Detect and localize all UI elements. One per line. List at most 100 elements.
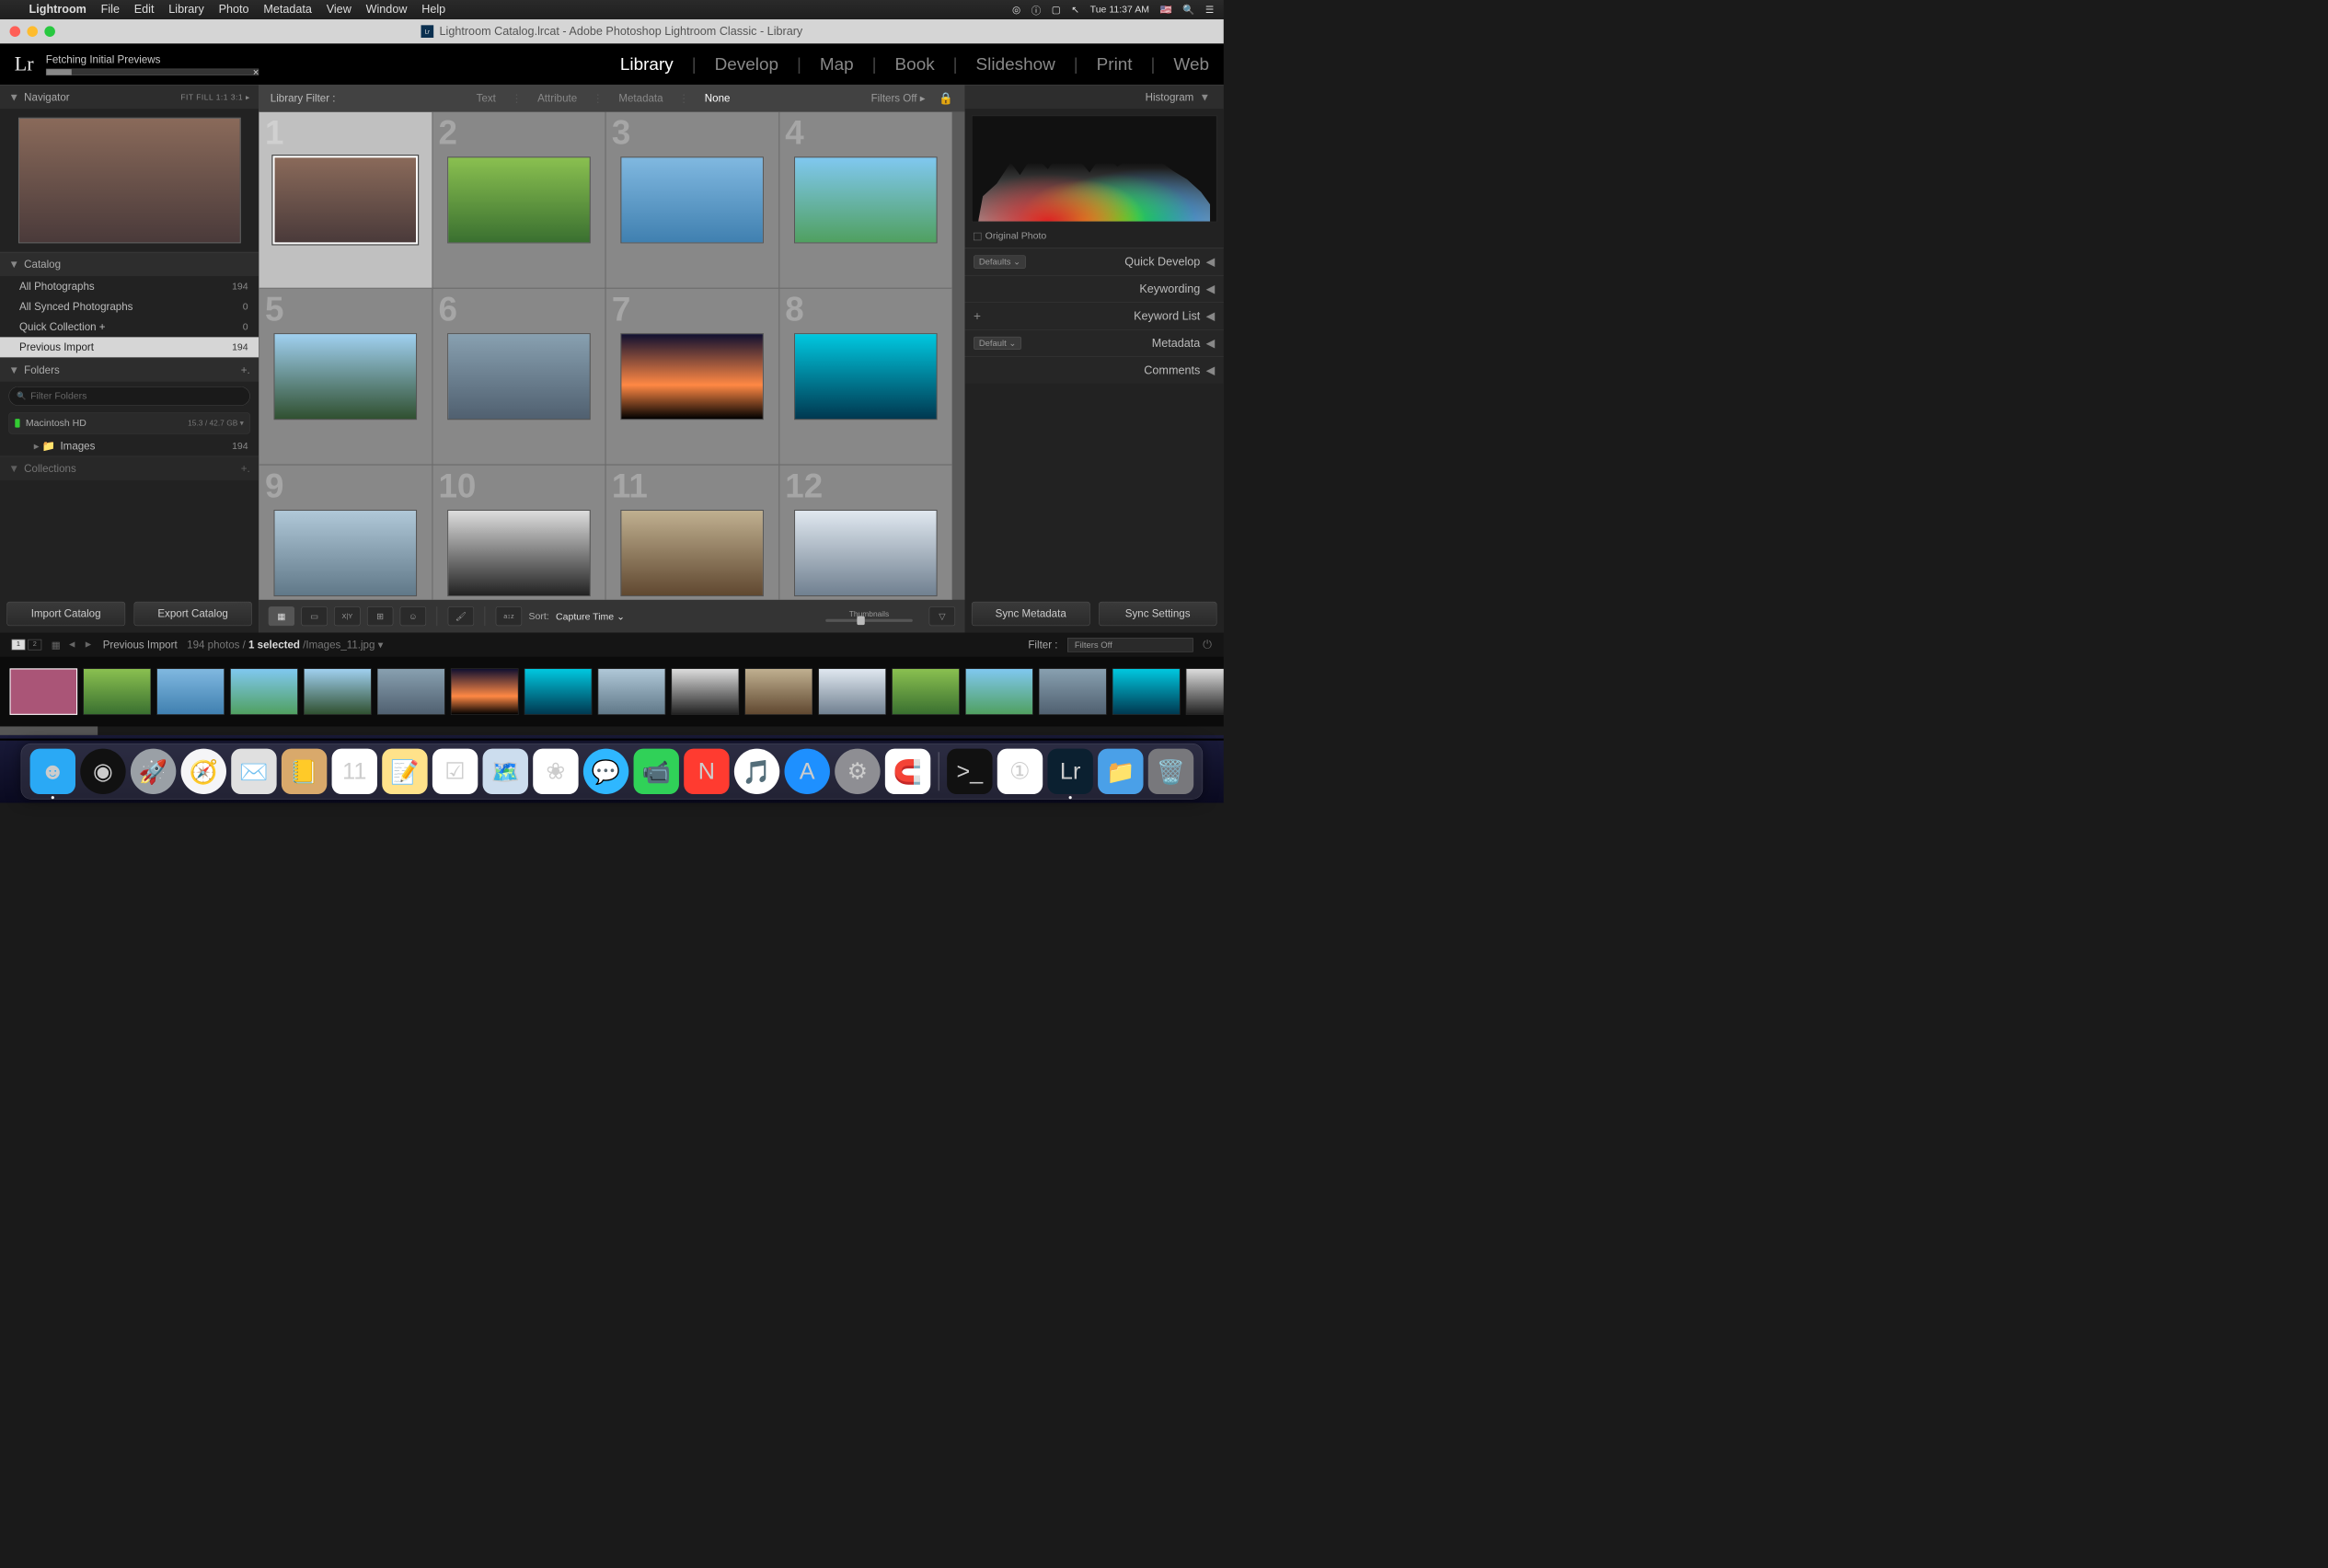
nav-forward-icon[interactable]: ► [84,639,93,651]
catalog-row[interactable]: All Photographs194 [0,276,259,296]
dock-messages-icon[interactable]: 💬 [583,749,628,794]
grid-cell[interactable]: 3 [605,111,778,288]
filter-lock-icon[interactable]: 🔒 [939,91,953,105]
filmstrip-thumb[interactable] [377,668,445,714]
cursor-icon[interactable]: ↖ [1071,4,1079,16]
filmstrip-thumb[interactable] [524,668,593,714]
status-icon[interactable]: ⓘ [1031,3,1042,17]
window-zoom-button[interactable] [44,26,55,37]
filmstrip-thumb[interactable] [304,668,372,714]
dock-music-icon[interactable]: 🎵 [734,749,779,794]
app-menu[interactable]: Lightroom [29,3,86,17]
module-web[interactable]: Web [1173,54,1209,75]
grid-cell[interactable]: 11 [605,465,778,600]
grid-view-button[interactable]: ▦ [269,606,294,626]
filmstrip-thumb[interactable] [892,668,960,714]
filmstrip-source[interactable]: Previous Import [103,639,178,651]
sync-settings-button[interactable]: Sync Settings [1099,602,1217,626]
menu-view[interactable]: View [327,3,352,17]
toolbar-menu-button[interactable]: ▽ [929,606,955,626]
filmstrip-filter-dropdown[interactable]: Filters Off [1067,638,1193,651]
filmstrip-thumb[interactable] [230,668,298,714]
grid-cell[interactable]: 1 [259,111,432,288]
filmstrip-scrollbar[interactable] [0,726,1224,734]
menu-file[interactable]: File [101,3,120,17]
sort-value-dropdown[interactable]: Capture Time ⌄ [556,610,625,622]
export-catalog-button[interactable]: Export Catalog [133,602,252,626]
compare-view-button[interactable]: X|Y [334,606,360,626]
right-panel-section[interactable]: Default ⌄Metadata◀ [965,329,1224,356]
menu-library[interactable]: Library [168,3,204,17]
nav-back-icon[interactable]: ◄ [67,639,76,651]
filmstrip-thumb[interactable] [83,668,151,714]
painter-tool-button[interactable]: 🖌 [448,606,474,626]
survey-view-button[interactable]: ⊞ [367,606,393,626]
filter-switch-icon[interactable]: ⏻ [1203,638,1212,651]
clock[interactable]: Tue 11:37 AM [1090,4,1149,15]
module-slideshow[interactable]: Slideshow [976,54,1055,75]
folders-panel-header[interactable]: ▼ Folders +. [0,357,259,381]
input-flag-icon[interactable]: 🇺🇸 [1160,4,1172,16]
catalog-row[interactable]: Quick Collection +0 [0,317,259,337]
menu-help[interactable]: Help [421,3,445,17]
grid-cell[interactable]: 2 [432,111,605,288]
catalog-panel-header[interactable]: ▼ Catalog [0,252,259,276]
catalog-row[interactable]: Previous Import194 [0,337,259,357]
dock-siri-icon[interactable]: ◉ [80,749,125,794]
module-map[interactable]: Map [820,54,854,75]
grid-cell[interactable]: 12 [778,465,951,600]
module-book[interactable]: Book [895,54,935,75]
original-photo-checkbox[interactable]: Original Photo [965,229,1224,248]
dock-contacts-icon[interactable]: 📒 [282,749,327,794]
dock-preferences-icon[interactable]: ⚙︎ [835,749,880,794]
catalog-row[interactable]: All Synced Photographs0 [0,296,259,317]
dock-trash-icon[interactable]: 🗑️ [1148,749,1193,794]
folder-row[interactable]: ▸ 📁 Images 194 [0,436,259,456]
window-close-button[interactable] [10,26,21,37]
dock-safari-icon[interactable]: 🧭 [181,749,226,794]
histogram-display[interactable] [972,116,1216,223]
dock-maps-icon[interactable]: 🗺️ [483,749,528,794]
filmstrip[interactable] [0,657,1224,727]
filmstrip-thumb[interactable] [818,668,886,714]
filmstrip-thumb[interactable] [451,668,519,714]
volume-row[interactable]: Macintosh HD 15.3 / 42.7 GB ▾ [8,412,249,433]
import-catalog-button[interactable]: Import Catalog [6,602,125,626]
filmstrip-thumb[interactable] [744,668,812,714]
right-panel-section[interactable]: Defaults ⌄Quick Develop◀ [965,248,1224,275]
spotlight-icon[interactable]: 🔍 [1182,4,1194,16]
dock-mail-icon[interactable]: ✉️ [231,749,276,794]
dock-finder-icon[interactable]: ☻ [30,749,75,794]
grid-cell[interactable]: 6 [432,288,605,465]
filmstrip-thumb[interactable] [10,668,78,714]
dock-terminal-icon[interactable]: >_ [947,749,992,794]
sync-metadata-button[interactable]: Sync Metadata [972,602,1090,626]
dock-calendar-icon[interactable]: 11 [332,749,377,794]
people-view-button[interactable]: ☺ [400,606,426,626]
grid-cell[interactable]: 8 [778,288,951,465]
creative-cloud-icon[interactable]: ◎ [1012,4,1020,16]
filter-text[interactable]: Text [475,91,498,106]
dock-1password-icon[interactable]: ① [997,749,1043,794]
airplay-icon[interactable]: ▢ [1052,4,1061,16]
filmstrip-thumb[interactable] [1112,668,1181,714]
filmstrip-thumb[interactable] [672,668,740,714]
grid-scrollbar[interactable] [952,111,965,599]
filmstrip-thumb[interactable] [1039,668,1107,714]
thumbnail-size-slider[interactable] [825,619,913,622]
filmstrip-thumb[interactable] [156,668,225,714]
grid-cell[interactable]: 5 [259,288,432,465]
folder-filter-input[interactable]: Filter Folders [8,386,249,406]
grid-cell[interactable]: 7 [605,288,778,465]
module-print[interactable]: Print [1097,54,1133,75]
right-panel-section[interactable]: Comments◀ [965,356,1224,383]
menu-edit[interactable]: Edit [134,3,155,17]
navigator-preview[interactable] [18,118,241,244]
dock-launchpad-icon[interactable]: 🚀 [131,749,176,794]
grid-icon[interactable]: ▦ [52,639,61,651]
dock-photos-icon[interactable]: ❀ [533,749,578,794]
add-collection-button[interactable]: +. [241,462,250,475]
module-develop[interactable]: Develop [715,54,778,75]
dock-lightroom-icon[interactable]: Lr [1047,749,1092,794]
right-panel-section[interactable]: +Keyword List◀ [965,303,1224,329]
